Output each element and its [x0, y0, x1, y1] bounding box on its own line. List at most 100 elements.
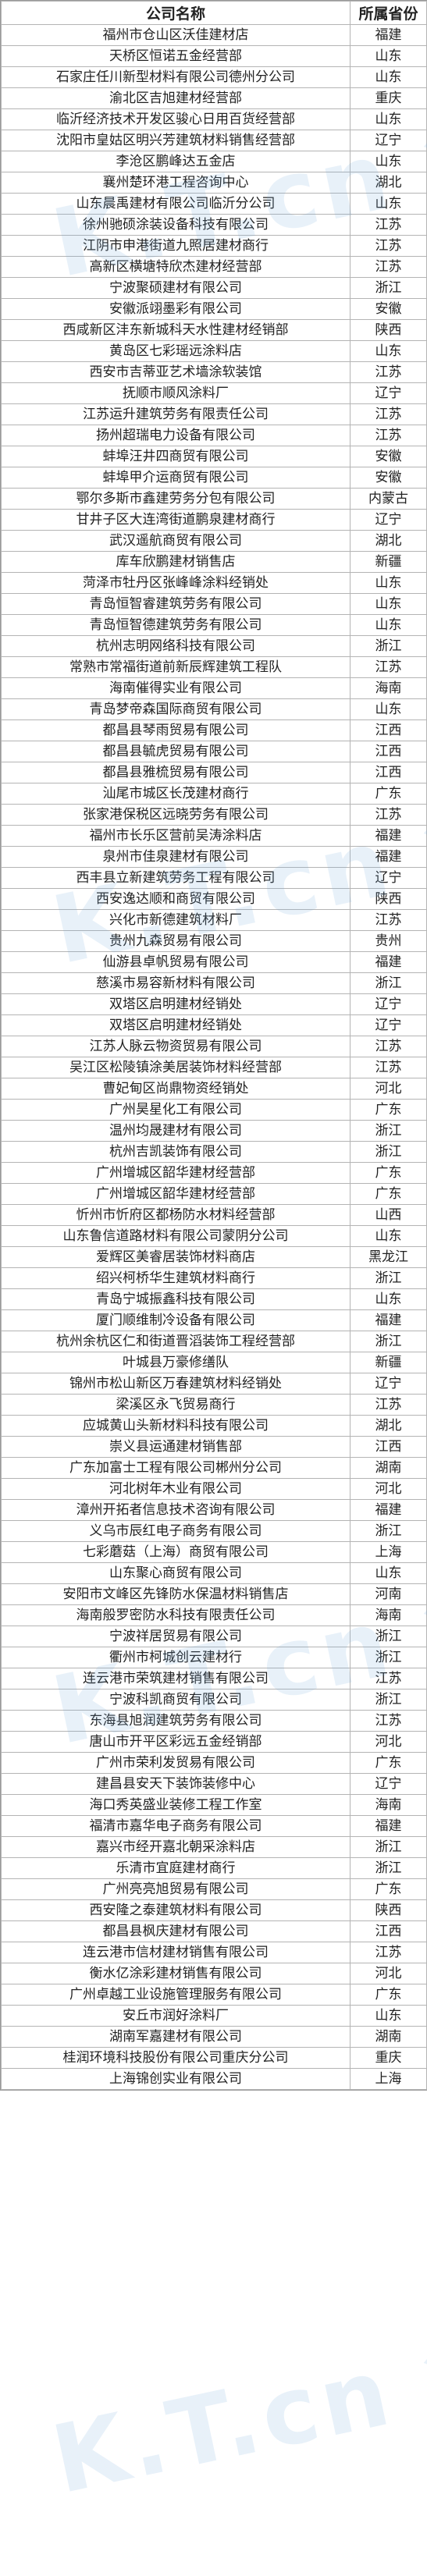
province-cell: 山东 [350, 151, 427, 172]
table-row: 西安逸达顺和商贸有限公司 陕西 [1, 888, 427, 910]
province-cell: 陕西 [350, 1899, 427, 1921]
company-name-cell: 沈阳市皇姑区明兴芳建筑材料销售经营部 [1, 130, 350, 151]
table-row: 宁波聚硕建材有限公司 浙江 [1, 277, 427, 299]
table-row: 仙游县卓帆贸易有限公司 福建 [1, 951, 427, 973]
province-cell: 浙江 [350, 277, 427, 299]
table-row: 库车欣鹏建材销售店 新疆 [1, 551, 427, 573]
province-cell: 陕西 [350, 319, 427, 341]
table-row: 都昌县毓虎贸易有限公司 江西 [1, 741, 427, 762]
company-name-cell: 桂润环境科技股份有限公司重庆分公司 [1, 2047, 350, 2069]
province-cell: 山东 [350, 1225, 427, 1247]
province-cell: 浙江 [350, 1647, 427, 1668]
company-name-cell: 广州增城区韶华建材经营部 [1, 1162, 350, 1184]
table-row: 都昌县琴雨贸易有限公司 江西 [1, 720, 427, 741]
company-name-cell: 广东加富士工程有限公司郴州分公司 [1, 1457, 350, 1479]
company-name-cell: 都昌县雅梳贸易有限公司 [1, 762, 350, 783]
province-cell: 福建 [350, 1815, 427, 1837]
province-cell: 辽宁 [350, 1773, 427, 1795]
province-cell: 浙江 [350, 1520, 427, 1542]
company-name-cell: 蚌埠甲介运商贸有限公司 [1, 467, 350, 489]
table-row: 石家庄任川新型材料有限公司德州分公司 山东 [1, 66, 427, 88]
company-province-table: 公司名称 所属省份 福州市仓山区沃佳建材店 福建 天桥区恒诺五金经营部 山东 石家庄任川… [1, 1, 427, 2090]
table-row: 徐州驰硕涂装设备科技有限公司 江苏 [1, 214, 427, 236]
table-row: 广州市荣利发贸易有限公司 广东 [1, 1752, 427, 1774]
company-name-cell: 连云港市信材建材销售有限公司 [1, 1942, 350, 1963]
table-row: 武汉遥航商贸有限公司 湖北 [1, 530, 427, 552]
table-row: 上海锦创实业有限公司 上海 [1, 2068, 427, 2090]
table-row: 山东鲁信道路材料有限公司蒙阴分公司 山东 [1, 1225, 427, 1247]
province-cell: 广东 [350, 1183, 427, 1205]
province-cell: 山东 [350, 593, 427, 615]
table-row: 建昌县安天下装饰装修中心 辽宁 [1, 1773, 427, 1795]
company-name-cell: 应城黄山头新材料科技有限公司 [1, 1415, 350, 1437]
table-row: 西咸新区沣东新城科天水性建材经销部 陕西 [1, 319, 427, 341]
province-cell: 辽宁 [350, 1014, 427, 1036]
table-row: 渝北区吉旭建材经营部 重庆 [1, 87, 427, 109]
province-cell: 河北 [350, 1478, 427, 1500]
table-row: 广东加富士工程有限公司郴州分公司 湖南 [1, 1457, 427, 1479]
company-name-cell: 海南催得实业有限公司 [1, 677, 350, 699]
company-name-cell: 兴化市新德建筑材料厂 [1, 909, 350, 931]
company-name-cell: 爱辉区美睿居装饰材料商店 [1, 1246, 350, 1268]
table-row: 厦门顺维制冷设备有限公司 福建 [1, 1309, 427, 1331]
table-row: 蚌埠汪井四商贸有限公司 安徽 [1, 446, 427, 467]
table-row: 安阳市文峰区先锋防水保温材料销售店 河南 [1, 1583, 427, 1605]
company-name-cell: 高新区横塘特欣杰建材经营部 [1, 256, 350, 278]
table-row: 贵州九森贸易有限公司 贵州 [1, 930, 427, 952]
table-row: 福州市长乐区营前吴涛涂料店 福建 [1, 825, 427, 847]
table-row: 崇义县运通建材销售部 江西 [1, 1436, 427, 1458]
company-name-cell: 安丘市润好涂料厂 [1, 2005, 350, 2027]
province-cell: 安徽 [350, 467, 427, 489]
province-cell: 浙江 [350, 1120, 427, 1142]
company-name-cell: 江阴市申港街道九照居建材商行 [1, 235, 350, 257]
province-cell: 辽宁 [350, 993, 427, 1015]
table-row: 青岛宁城振鑫科技有限公司 山东 [1, 1288, 427, 1310]
province-cell: 安徽 [350, 298, 427, 320]
province-cell: 新疆 [350, 551, 427, 573]
province-cell: 福建 [350, 1309, 427, 1331]
company-name-cell: 慈溪市易容新材料有限公司 [1, 972, 350, 994]
province-column-header: 所属省份 [350, 1, 427, 25]
province-cell: 福建 [350, 951, 427, 973]
table-row: 唐山市开平区彩远五金经销部 河北 [1, 1731, 427, 1753]
province-cell: 江西 [350, 762, 427, 783]
province-cell: 山东 [350, 340, 427, 362]
province-cell: 江苏 [350, 1036, 427, 1057]
table-row: 海口秀英盛业装修工程工作室 海南 [1, 1794, 427, 1816]
company-name-cell: 湖南军嘉建材有限公司 [1, 2026, 350, 2048]
company-name-cell: 福州市仓山区沃佳建材店 [1, 24, 350, 46]
table-row: 西安市吉蒂亚艺术墙涂软装馆 江苏 [1, 361, 427, 383]
company-name-cell: 七彩蘑菇（上海）商贸有限公司 [1, 1541, 350, 1563]
province-cell: 浙江 [350, 1689, 427, 1711]
company-name-cell: 杭州余杭区仁和街道晋滔装饰工程经营部 [1, 1331, 350, 1352]
table-row: 襄州楚环港工程咨询中心 湖北 [1, 172, 427, 194]
province-cell: 福建 [350, 825, 427, 847]
province-cell: 广东 [350, 783, 427, 805]
table-row: 扬州超瑞电力设备有限公司 江苏 [1, 425, 427, 446]
table-row: 广州增城区韶华建材经营部 广东 [1, 1162, 427, 1184]
province-cell: 福建 [350, 24, 427, 46]
table-row: 青岛恒智德建筑劳务有限公司 山东 [1, 614, 427, 636]
company-name-cell: 西安市吉蒂亚艺术墙涂软装馆 [1, 361, 350, 383]
company-name-cell: 黄岛区七彩瑶远涂料店 [1, 340, 350, 362]
table-row: 叶城县万豪修缮队 新疆 [1, 1352, 427, 1373]
company-name-cell: 都昌县枫庆建材有限公司 [1, 1920, 350, 1942]
company-name-cell: 山东鲁信道路材料有限公司蒙阴分公司 [1, 1225, 350, 1247]
company-name-cell: 衡水亿涂彩建材销售有限公司 [1, 1963, 350, 1984]
table-row: 甘井子区大连湾街道鹏泉建材商行 辽宁 [1, 509, 427, 531]
table-row: 鄂尔多斯市鑫建劳务分包有限公司 内蒙古 [1, 488, 427, 510]
table-row: 慈溪市易容新材料有限公司 浙江 [1, 972, 427, 994]
company-column-header: 公司名称 [1, 1, 350, 25]
province-cell: 江西 [350, 1920, 427, 1942]
table-row: 海南般罗密防水科技有限责任公司 海南 [1, 1604, 427, 1626]
province-cell: 浙江 [350, 1331, 427, 1352]
company-name-cell: 海南般罗密防水科技有限责任公司 [1, 1604, 350, 1626]
table-body: 福州市仓山区沃佳建材店 福建 天桥区恒诺五金经营部 山东 石家庄任川新型材料有限公司德州… [1, 24, 427, 2090]
province-cell: 河北 [350, 1731, 427, 1753]
table-row: 吴江区松陵镇涂美居装饰材料经营部 江苏 [1, 1057, 427, 1078]
company-name-cell: 襄州楚环港工程咨询中心 [1, 172, 350, 194]
table-row: 乐清市宜庭建材商行 浙江 [1, 1857, 427, 1879]
company-name-cell: 海口秀英盛业装修工程工作室 [1, 1794, 350, 1816]
company-name-cell: 青岛宁城振鑫科技有限公司 [1, 1288, 350, 1310]
watermark: K.T.cn 集采 [0, 2289, 427, 2515]
